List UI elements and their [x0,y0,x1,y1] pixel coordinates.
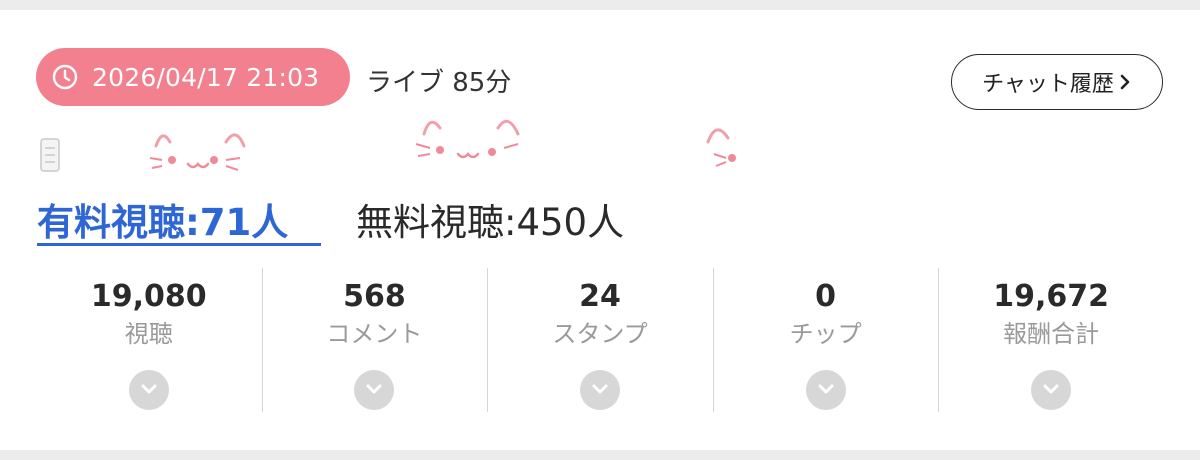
expand-total-reward-button[interactable] [1031,370,1072,410]
document-icon [40,138,60,172]
stat-total-reward: 19,672 報酬合計 [938,268,1164,412]
chevron-right-icon [1118,72,1132,92]
live-summary-card: 2026/04/17 21:03 ライブ 85分 チャット履歴 有料視聴:71人… [0,10,1200,450]
chevron-down-icon [592,384,608,394]
stat-label: コメント [326,320,423,348]
expand-comments-button[interactable] [354,370,395,410]
stat-label: スタンプ [552,320,648,348]
chevron-down-icon [1043,384,1059,394]
expand-views-button[interactable] [128,370,169,410]
live-duration: ライブ 85分 [366,68,512,98]
cat-doodle-icon [410,100,530,184]
chat-history-label: チャット履歴 [982,72,1114,97]
stat-comments: 568 コメント [261,268,488,412]
stat-label: 報酬合計 [1003,320,1100,348]
broadcast-datetime: 2026/04/17 21:03 [92,62,320,92]
cat-doodle-icon [148,118,258,192]
stat-label: 視聴 [124,320,173,348]
stat-label: チップ [789,320,862,348]
chat-history-button[interactable]: チャット履歴 [951,54,1163,110]
free-viewers-tab[interactable]: 無料視聴:450人 [356,192,624,246]
bottom-divider [0,450,1200,460]
clock-icon [52,64,78,90]
stat-views: 19,080 視聴 [36,268,262,412]
paid-viewers-tab[interactable]: 有料視聴:71人 [37,192,288,246]
stat-value: 19,672 [993,279,1110,314]
expand-stamps-button[interactable] [579,370,620,410]
expand-tips-button[interactable] [805,370,846,410]
chevron-down-icon [818,384,834,394]
stat-value: 0 [815,279,837,314]
stat-value: 19,080 [90,279,207,314]
chevron-down-icon [141,384,157,394]
stats-row: 19,080 視聴 568 コメント 24 スタンプ 0 チップ 19,672 … [36,268,1164,412]
stat-tips: 0 チップ [712,268,939,412]
stat-value: 568 [343,279,406,314]
stat-stamps: 24 スタンプ [487,268,713,412]
cat-doodle-icon [700,114,760,188]
stat-value: 24 [579,279,621,314]
datetime-badge: 2026/04/17 21:03 [36,48,350,106]
chevron-down-icon [366,384,382,394]
paid-viewers-underline [37,243,321,246]
